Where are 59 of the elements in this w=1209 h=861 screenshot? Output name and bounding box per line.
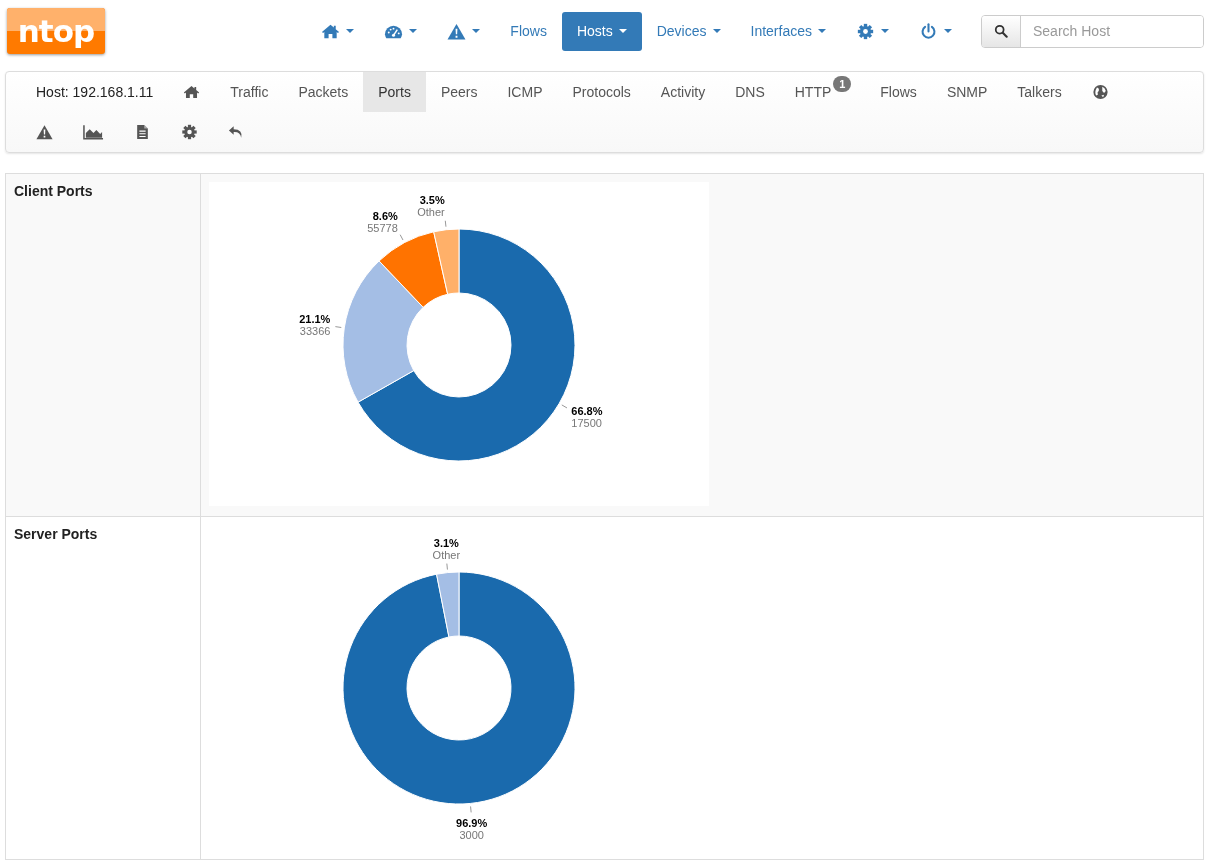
home-icon <box>183 84 201 100</box>
warning-icon <box>36 124 53 140</box>
nav-link[interactable]: Interfaces <box>735 11 841 51</box>
caret-icon <box>346 29 355 33</box>
count-badge: 1 <box>833 76 852 92</box>
nav-link[interactable]: Hosts <box>561 11 642 51</box>
search-button[interactable] <box>982 15 1021 47</box>
file-icon <box>134 124 151 140</box>
slice-percent-label: 21.1% <box>299 313 331 326</box>
slice-name-label: Other <box>432 548 461 561</box>
caret-icon <box>881 29 889 33</box>
slice-name-label: 17500 <box>571 417 602 429</box>
leader-line <box>399 234 404 241</box>
tab[interactable]: DNS <box>720 72 780 112</box>
leader-line <box>334 326 342 328</box>
gear-icon <box>856 22 875 40</box>
tab[interactable]: ICMP <box>492 72 558 112</box>
slice-percent-label: 96.9% <box>456 817 488 830</box>
home-icon <box>321 22 341 40</box>
leader-line <box>446 563 448 571</box>
caret-icon <box>409 29 418 33</box>
caret-icon <box>472 29 481 33</box>
search-field[interactable]: Search Host <box>981 14 1204 48</box>
power-icon <box>919 22 938 40</box>
nav-link[interactable]: Devices <box>641 11 736 51</box>
slice-name-label: 55778 <box>367 221 398 234</box>
tab[interactable]: Ports <box>363 72 426 112</box>
section-title: Client Ports <box>14 183 93 199</box>
leader-line <box>470 805 472 813</box>
tab[interactable]: Protocols <box>557 72 646 112</box>
tab[interactable]: Packets <box>283 72 364 112</box>
section-title: Server Ports <box>14 526 98 542</box>
search-icon <box>994 24 1008 38</box>
caret-icon <box>618 29 627 33</box>
leader-line <box>444 220 447 228</box>
slice-name-label: 3000 <box>459 829 484 842</box>
slice-percent-label: 66.8% <box>571 405 603 417</box>
slice-name-label: Other <box>417 205 445 218</box>
caret-icon <box>818 29 826 33</box>
tab[interactable]: SNMP <box>931 72 1003 112</box>
slice-name-label: 33366 <box>299 325 331 338</box>
slice-percent-label: 3.1% <box>433 536 459 549</box>
caret-icon <box>712 29 721 33</box>
slice-percent-label: 8.6% <box>372 209 398 222</box>
caret-icon <box>944 29 952 33</box>
tab[interactable]: HTTP 1 <box>779 72 866 112</box>
tab[interactable]: Activity <box>645 72 721 112</box>
globe-icon <box>1091 84 1109 100</box>
leader-line <box>561 404 568 409</box>
tab[interactable]: Flows <box>865 72 932 112</box>
slice-percent-label: 3.5% <box>419 193 445 206</box>
gear-icon <box>181 124 198 140</box>
host-label: Host: 192.168.1.11 <box>35 83 155 102</box>
warning-icon <box>447 22 467 40</box>
tab[interactable]: Peers <box>425 72 493 112</box>
tab[interactable]: Traffic <box>215 72 284 112</box>
tab[interactable]: Talkers <box>1002 72 1077 112</box>
area-chart-icon <box>83 124 104 140</box>
nav-link[interactable]: Flows <box>495 11 562 51</box>
